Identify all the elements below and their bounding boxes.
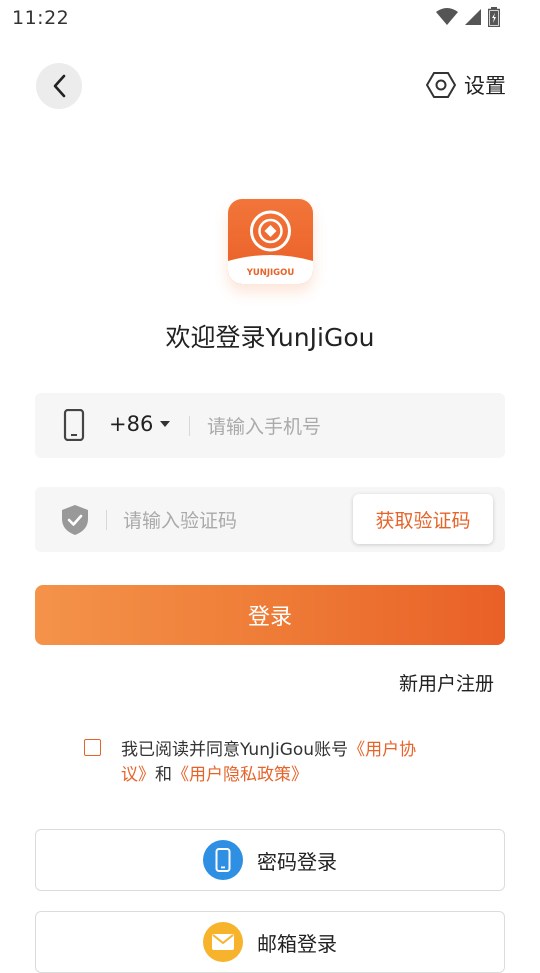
agreement-text: 我已阅读并同意YunJiGou账号《用户协 <box>121 735 416 760</box>
register-link[interactable]: 新用户注册 <box>399 669 494 696</box>
login-button[interactable]: 登录 <box>35 585 505 645</box>
agreement-checkbox[interactable] <box>84 739 101 756</box>
phone-field: +86 <box>35 393 505 458</box>
phone-icon <box>63 409 85 441</box>
settings-button[interactable]: 设置 <box>426 70 506 100</box>
email-login-label: 邮箱登录 <box>257 931 337 956</box>
country-code-selector[interactable]: +86 <box>109 412 171 436</box>
user-agreement-link-cont[interactable]: 议》 <box>121 765 155 785</box>
welcome-title: 欢迎登录YunJiGou <box>165 323 375 352</box>
app-logo: YUNJIGOU <box>228 199 313 284</box>
field-divider <box>189 416 190 436</box>
chevron-left-icon <box>53 74 66 98</box>
signal-icon <box>465 9 481 25</box>
country-code: +86 <box>109 412 154 436</box>
password-login-button[interactable]: 密码登录 <box>35 829 505 891</box>
status-icons <box>436 7 500 27</box>
privacy-policy-link[interactable]: 《用户隐私政策》 <box>172 765 308 785</box>
password-login-label: 密码登录 <box>257 849 337 874</box>
caret-down-icon <box>160 421 171 427</box>
verification-code-field: 获取验证码 <box>35 487 505 552</box>
back-button[interactable] <box>36 63 82 109</box>
logo-brand-text: YUNJIGOU <box>246 268 295 278</box>
gear-icon <box>426 72 456 98</box>
verification-code-input[interactable] <box>121 505 345 537</box>
wifi-icon <box>436 8 458 25</box>
email-login-button[interactable]: 邮箱登录 <box>35 911 505 973</box>
battery-icon <box>488 7 500 27</box>
agreement-prefix: 我已阅读并同意YunJiGou账号 <box>121 740 349 760</box>
mail-icon <box>203 922 243 962</box>
phone-input[interactable] <box>205 411 489 443</box>
user-agreement-link[interactable]: 《用户协 <box>348 740 416 760</box>
field-divider <box>106 510 107 530</box>
agreement-and: 和 <box>155 765 172 785</box>
get-code-button[interactable]: 获取验证码 <box>353 494 493 544</box>
shield-icon <box>62 505 88 535</box>
settings-label: 设置 <box>464 74 506 98</box>
status-time: 11:22 <box>12 7 70 29</box>
agreement-text-line2: 议》和《用户隐私政策》 <box>121 760 308 785</box>
mobile-icon <box>203 840 243 880</box>
